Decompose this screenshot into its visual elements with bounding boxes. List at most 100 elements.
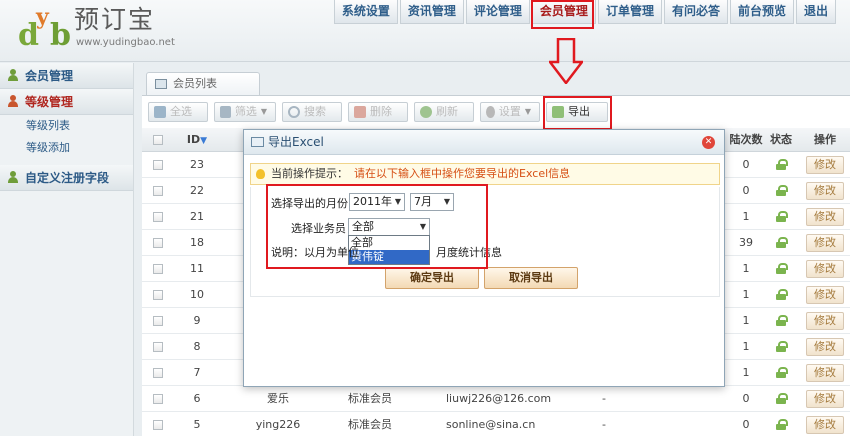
table-row: 6 爱乐 标准会员 liuwj226@126.com - 0 修改 xyxy=(142,386,850,412)
column-header-action: 操作 xyxy=(814,133,836,146)
row-dash: - xyxy=(602,418,606,431)
dialog-title: 导出Excel xyxy=(268,135,324,149)
sidebar-item-members[interactable]: 会员管理 xyxy=(0,63,133,89)
edit-button[interactable]: 修改 xyxy=(806,286,844,304)
user-icon xyxy=(8,95,21,108)
logo-title: 预订宝 xyxy=(74,5,156,34)
row-email: liuwj226@126.com xyxy=(446,392,552,405)
row-id: 6 xyxy=(193,392,201,405)
dialog-titlebar[interactable]: 导出Excel ✕ xyxy=(244,130,724,155)
settings-button[interactable]: 设置 ▼ xyxy=(480,102,540,122)
filter-button[interactable]: 筛选 ▼ xyxy=(214,102,276,122)
row-checkbox[interactable] xyxy=(153,368,163,378)
lock-icon xyxy=(776,341,788,352)
nav-item-comments[interactable]: 评论管理 xyxy=(465,0,530,24)
row-checkbox[interactable] xyxy=(153,264,163,274)
row-checkbox[interactable] xyxy=(153,420,163,430)
sidebar-item-label: 等级管理 xyxy=(25,94,74,109)
nav-item-preview[interactable]: 前台预览 xyxy=(729,0,794,24)
column-header-id[interactable]: ID▼ xyxy=(182,128,212,151)
row-checkbox[interactable] xyxy=(153,186,163,196)
header: d y b 预订宝 www.yudingbao.net 系统设置 资讯管理 评论… xyxy=(0,0,850,62)
refresh-icon xyxy=(420,106,432,118)
window-icon xyxy=(155,79,167,89)
lock-icon xyxy=(776,237,788,248)
tab-member-list[interactable]: 会员列表 xyxy=(146,72,260,96)
logo-mark: d y b xyxy=(18,4,71,53)
row-id: 23 xyxy=(190,158,204,171)
arrow-down-icon xyxy=(549,38,583,84)
row-id: 8 xyxy=(193,340,201,353)
nav-item-news[interactable]: 资讯管理 xyxy=(399,0,464,24)
edit-button[interactable]: 修改 xyxy=(806,416,844,434)
edit-button[interactable]: 修改 xyxy=(806,182,844,200)
highlight-nav-members xyxy=(531,0,594,29)
refresh-button[interactable]: 刷新 xyxy=(414,102,474,122)
confirm-export-button[interactable]: 确定导出 xyxy=(385,267,479,289)
lock-icon xyxy=(776,159,788,170)
nav-item-orders[interactable]: 订单管理 xyxy=(597,0,662,24)
window-icon xyxy=(251,137,264,147)
row-checkbox[interactable] xyxy=(153,394,163,404)
sidebar: 会员管理 等级管理 等级列表 等级添加 自定义注册字段 xyxy=(0,63,134,436)
nav-item-faq[interactable]: 有问必答 xyxy=(663,0,728,24)
row-dash: - xyxy=(602,392,606,405)
row-id: 10 xyxy=(190,288,204,301)
row-login-count: 0 xyxy=(742,184,750,197)
lock-icon xyxy=(776,367,788,378)
search-icon xyxy=(288,106,300,118)
sidebar-item-custom-fields[interactable]: 自定义注册字段 xyxy=(0,165,133,191)
filter-icon xyxy=(220,106,231,118)
sidebar-subitem-level-add[interactable]: 等级添加 xyxy=(0,137,133,159)
select-all-checkbox[interactable] xyxy=(153,135,163,145)
row-login-count: 1 xyxy=(742,314,750,327)
row-login-count: 1 xyxy=(742,366,750,379)
row-login-count: 1 xyxy=(742,210,750,223)
row-id: 7 xyxy=(193,366,201,379)
column-header-login-count: 陆次数 xyxy=(729,133,763,146)
search-button[interactable]: 搜索 xyxy=(282,102,342,122)
row-id: 5 xyxy=(193,418,201,431)
row-login-count: 1 xyxy=(742,288,750,301)
logo[interactable]: d y b 预订宝 www.yudingbao.net xyxy=(10,0,210,60)
lock-icon xyxy=(776,315,788,326)
delete-button[interactable]: 删除 xyxy=(348,102,408,122)
edit-button[interactable]: 修改 xyxy=(806,234,844,252)
row-login-count: 0 xyxy=(742,392,750,405)
close-icon[interactable]: ✕ xyxy=(702,136,715,149)
row-login-count: 0 xyxy=(742,418,750,431)
operation-tip: 当前操作提示： 请在以下输入框中操作您要导出的Excel信息 xyxy=(250,163,720,185)
edit-button[interactable]: 修改 xyxy=(806,260,844,278)
edit-button[interactable]: 修改 xyxy=(806,312,844,330)
edit-button[interactable]: 修改 xyxy=(806,390,844,408)
row-id: 18 xyxy=(190,236,204,249)
lock-icon xyxy=(776,211,788,222)
row-checkbox[interactable] xyxy=(153,342,163,352)
lock-icon xyxy=(776,419,788,430)
lightbulb-icon xyxy=(256,169,265,179)
sidebar-item-label: 会员管理 xyxy=(25,68,74,83)
edit-button[interactable]: 修改 xyxy=(806,156,844,174)
nav-item-system-settings[interactable]: 系统设置 xyxy=(333,0,398,24)
logo-url: www.yudingbao.net xyxy=(76,37,175,48)
edit-button[interactable]: 修改 xyxy=(806,338,844,356)
row-checkbox[interactable] xyxy=(153,212,163,222)
row-id: 9 xyxy=(193,314,201,327)
row-checkbox[interactable] xyxy=(153,238,163,248)
row-id: 21 xyxy=(190,210,204,223)
nav-item-logout[interactable]: 退出 xyxy=(795,0,836,24)
select-all-button[interactable]: 全选 xyxy=(148,102,208,122)
gear-icon xyxy=(486,106,495,118)
edit-button[interactable]: 修改 xyxy=(806,364,844,382)
row-checkbox[interactable] xyxy=(153,160,163,170)
table-row: 5 ying226 标准会员 sonline@sina.cn - 0 修改 xyxy=(142,412,850,436)
row-checkbox[interactable] xyxy=(153,290,163,300)
user-icon xyxy=(8,171,21,184)
sidebar-subitem-level-list[interactable]: 等级列表 xyxy=(0,115,133,137)
cancel-export-button[interactable]: 取消导出 xyxy=(484,267,578,289)
sidebar-item-levels[interactable]: 等级管理 xyxy=(0,89,133,115)
edit-button[interactable]: 修改 xyxy=(806,208,844,226)
row-name: 爱乐 xyxy=(267,392,289,405)
row-checkbox[interactable] xyxy=(153,316,163,326)
toolbar: 全选 筛选 ▼ 搜索 删除 刷新 设置 ▼ 导出 xyxy=(148,102,608,122)
